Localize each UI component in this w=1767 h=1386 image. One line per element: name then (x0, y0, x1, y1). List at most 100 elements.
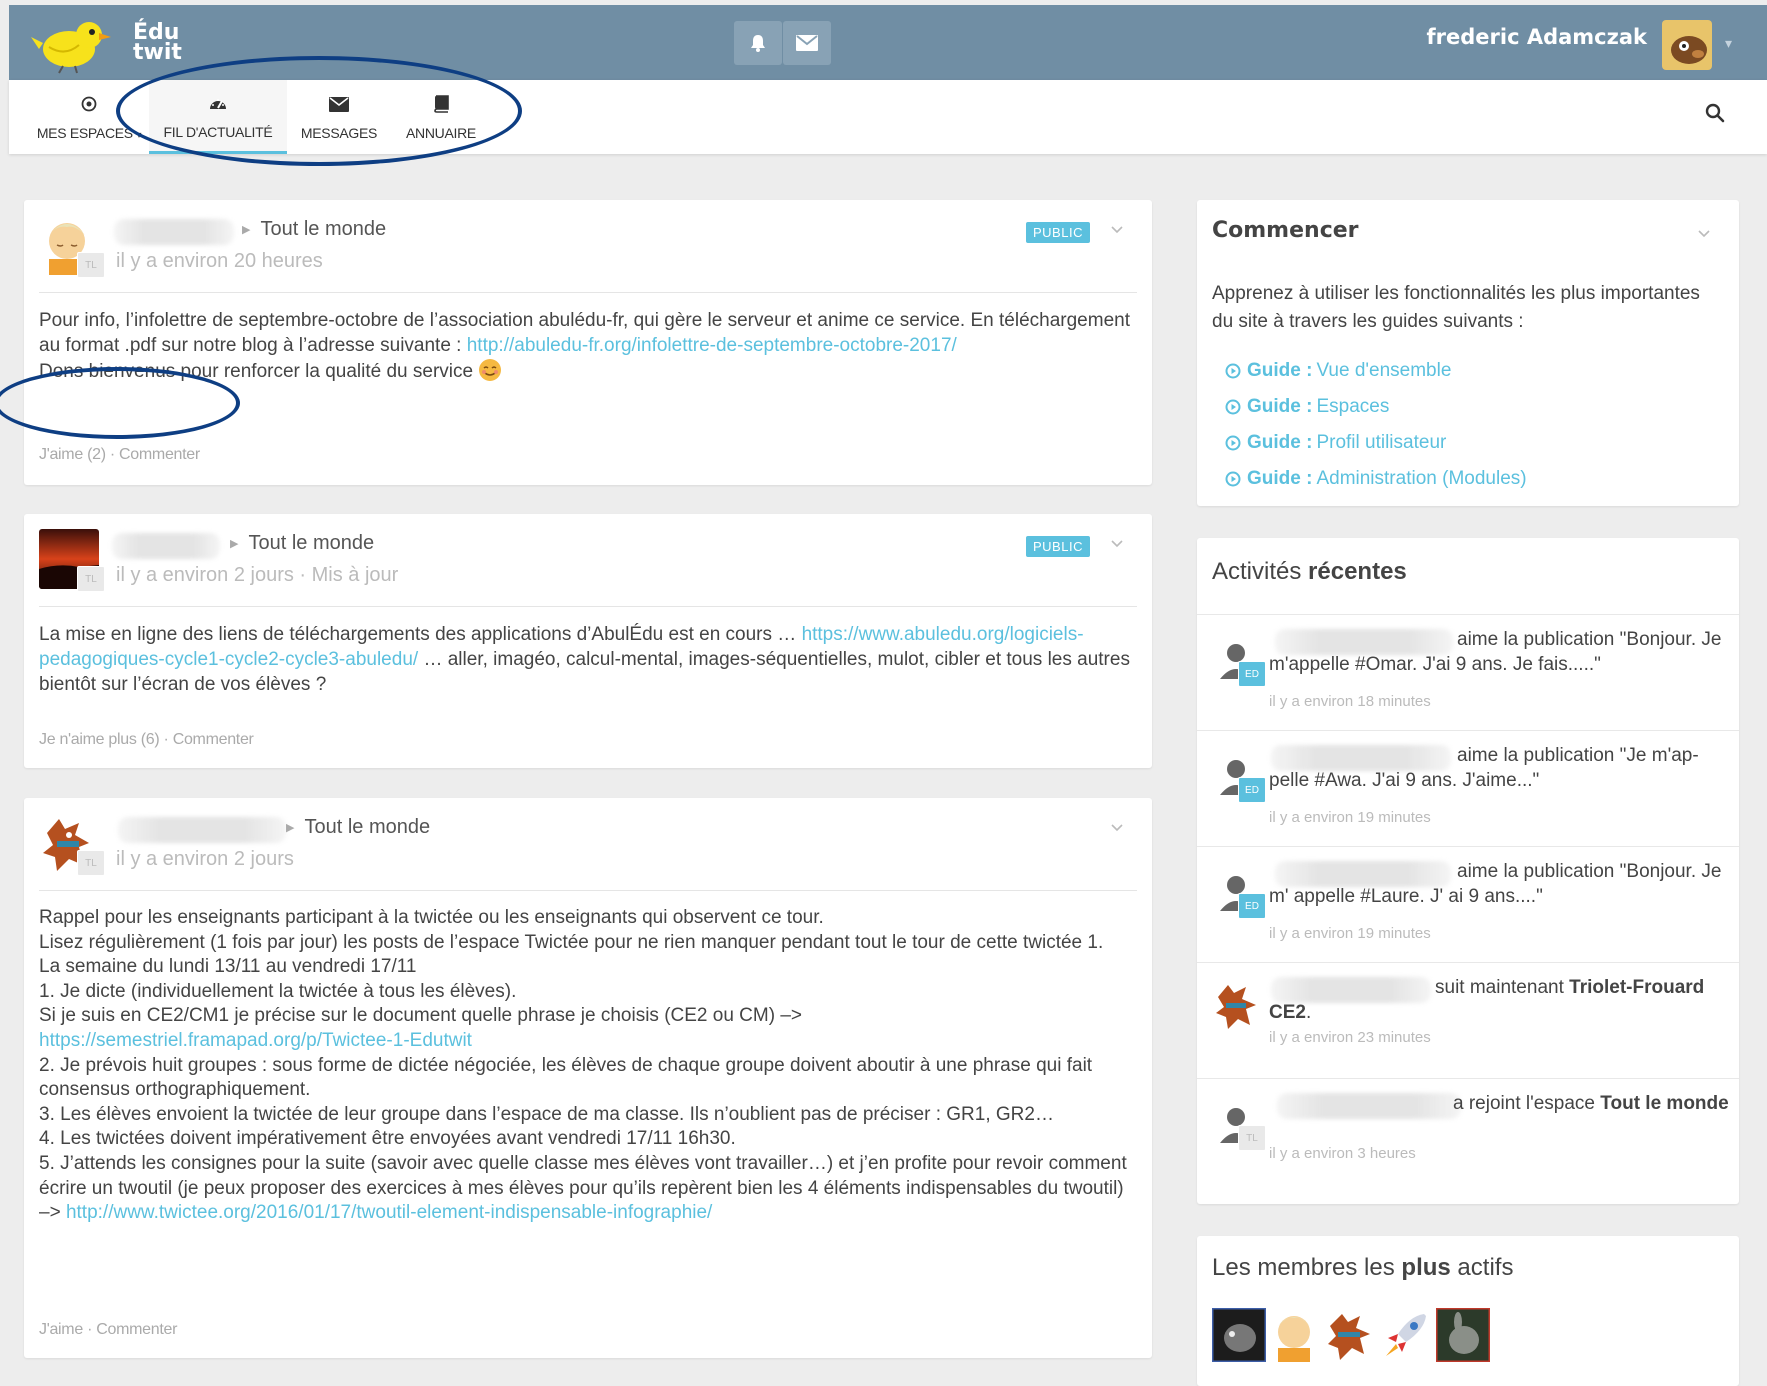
author-name-blurred[interactable] (114, 219, 234, 245)
recent-activity-panel: Activités récentes ED aime la publicatio… (1197, 538, 1739, 1204)
nav-label-annuaire: ANNUAIRE (406, 125, 476, 141)
member-avatar[interactable] (1268, 1308, 1322, 1362)
panel-collapse-chevron-icon[interactable] (1697, 226, 1711, 244)
post-time: il y a environ 2 jours · Mis à jour (116, 564, 399, 586)
user-menu-caret-icon[interactable]: ▾ (1725, 35, 1732, 52)
activity-time: il y a environ 3 heures (1269, 1145, 1416, 1162)
activity-time: il y a environ 18 minutes (1269, 693, 1431, 710)
rocket-icon (1380, 1308, 1434, 1362)
search-icon (1705, 103, 1725, 123)
post-menu-chevron-icon[interactable] (1110, 820, 1124, 838)
chevron-down-icon: ▾ (136, 130, 142, 141)
activity-text: suit maintenant Triolet-Frouard CE2. (1269, 977, 1705, 1023)
member-avatar[interactable] (1380, 1308, 1434, 1362)
nav-messages[interactable]: MESSAGES (289, 80, 389, 154)
post-actions[interactable]: Je n'aime plus (6) · Commenter (39, 731, 254, 749)
guide-link[interactable]: Guide : Espaces (1225, 396, 1389, 418)
dashboard-icon (210, 98, 226, 109)
active-members-panel: Les membres les plus actifs (1197, 1236, 1739, 1386)
target-icon (81, 96, 97, 112)
play-circle-icon (1225, 399, 1241, 415)
guide-link[interactable]: Guide : Vue d'ensemble (1225, 360, 1451, 382)
post-body: Pour info, l’infolettre de septembre-oct… (39, 310, 1130, 382)
panel-title: Activités récentes (1212, 558, 1407, 585)
panel-title: Les membres les plus actifs (1212, 1254, 1514, 1281)
nav-fil-actualite[interactable]: FIL D'ACTUALITÉ (149, 80, 287, 154)
post-menu-chevron-icon[interactable] (1110, 536, 1124, 554)
nav-label-messages: MESSAGES (300, 125, 378, 141)
activity-time: il y a environ 19 minutes (1269, 925, 1431, 942)
search-button[interactable] (1705, 103, 1725, 128)
activity-item[interactable]: TL a rejoint l'espace Tout le monde il y… (1197, 1078, 1739, 1194)
space-badge: ED (1238, 777, 1266, 803)
guide-link[interactable]: Guide : Administration (Modules) (1225, 468, 1527, 490)
post-time: il y a environ 20 heures (116, 250, 323, 272)
post-divider (39, 606, 1137, 607)
getting-started-panel: Commencer Apprenez à utiliser les foncti… (1197, 200, 1739, 506)
post-body: La mise en ligne des liens de télécharge… (39, 624, 1130, 695)
post-target[interactable]: ▶ Tout le monde (286, 816, 430, 839)
panel-intro: Apprenez à utiliser les fonctionnalités … (1212, 283, 1700, 332)
activity-item[interactable]: suit maintenant Triolet-Frouard CE2. il … (1197, 962, 1739, 1078)
play-circle-icon (1225, 435, 1241, 451)
activity-text: a rejoint l'espace Tout le monde (1453, 1093, 1729, 1114)
author-name-blurred[interactable] (118, 817, 286, 843)
post-target[interactable]: ▶ Tout le monde (230, 532, 374, 555)
post-target[interactable]: ▶ Tout le monde (242, 218, 386, 241)
activity-text: aime la publication "Bonjour. Je m'appel… (1269, 629, 1722, 675)
activity-time: il y a environ 23 minutes (1269, 1029, 1431, 1046)
space-badge: TL (77, 850, 105, 876)
post-body: Rappel pour les enseignants participant … (39, 907, 1127, 1224)
post-link[interactable]: https://semestriel.framapad.org/p/Twicte… (39, 1030, 472, 1051)
post-link[interactable]: http://www.twictee.org/2016/01/17/twouti… (66, 1202, 712, 1223)
space-badge: ED (1238, 661, 1266, 687)
nav-label-mes-espaces: MES ESPACES (36, 125, 133, 141)
envelope-icon (796, 35, 818, 51)
post-card: TL ▶ Tout le monde il y a environ 2 jours… (24, 798, 1152, 1358)
space-badge: TL (77, 566, 105, 592)
members-list (1212, 1308, 1490, 1362)
nav-mes-espaces[interactable]: MES ESPACES ▾ (31, 80, 147, 154)
public-badge: PUBLIC (1026, 536, 1090, 557)
book-icon (434, 95, 449, 113)
messages-button[interactable] (783, 21, 831, 65)
space-badge: TL (77, 252, 105, 278)
activity-item[interactable]: ED aime la publication "Bonjour. Je m'ap… (1197, 614, 1739, 730)
username[interactable]: frederic Adamczak (1427, 25, 1647, 49)
post-menu-chevron-icon[interactable] (1110, 222, 1124, 240)
post-actions[interactable]: J'aime (2) · Commenter (39, 446, 200, 464)
triangle-right-icon: ▶ (242, 224, 251, 237)
nav-label-fil-actualite: FIL D'ACTUALITÉ (163, 123, 273, 140)
post-card: TL ▶ Tout le monde il y a environ 2 jours… (24, 514, 1152, 768)
bell-icon (751, 35, 765, 52)
user-avatar (1212, 979, 1264, 1031)
space-badge: TL (1238, 1125, 1266, 1151)
member-avatar[interactable] (1212, 1308, 1266, 1362)
bird-icon (31, 22, 111, 74)
play-circle-icon (1225, 363, 1241, 379)
activity-text: aime la publication "Bonjour. Je m' appe… (1269, 861, 1722, 907)
notifications-button[interactable] (734, 21, 782, 65)
guide-link[interactable]: Guide : Profil utilisateur (1225, 432, 1446, 454)
edutwit-logo[interactable]: Édu twit (29, 13, 182, 75)
post-card: TL ▶ Tout le monde il y a environ 20 heur… (24, 200, 1152, 485)
member-avatar[interactable] (1324, 1308, 1378, 1362)
nav-annuaire[interactable]: ANNUAIRE (391, 80, 491, 154)
activity-text: aime la publication "Je m'ap- pelle #Awa… (1269, 745, 1699, 791)
top-bar: Édu twit frederic Adamczak ▾ (9, 5, 1767, 80)
panel-title: Commencer (1212, 218, 1359, 243)
space-badge: ED (1238, 893, 1266, 919)
activity-item[interactable]: ED aime la publication "Je m'ap- pelle #… (1197, 730, 1739, 846)
member-avatar[interactable] (1436, 1308, 1490, 1362)
triangle-right-icon: ▶ (286, 822, 295, 835)
activity-item[interactable]: ED aime la publication "Bonjour. Je m' a… (1197, 846, 1739, 962)
smiley-icon (479, 359, 502, 381)
post-link[interactable]: http://abuledu-fr.org/infolettre-de-sept… (467, 335, 957, 356)
activity-time: il y a environ 19 minutes (1269, 809, 1431, 826)
triangle-right-icon: ▶ (230, 538, 239, 551)
play-circle-icon (1225, 471, 1241, 487)
post-actions[interactable]: J'aime · Commenter (39, 1321, 177, 1339)
user-avatar[interactable] (1662, 20, 1712, 70)
post-divider (39, 890, 1137, 891)
author-name-blurred[interactable] (112, 533, 220, 559)
